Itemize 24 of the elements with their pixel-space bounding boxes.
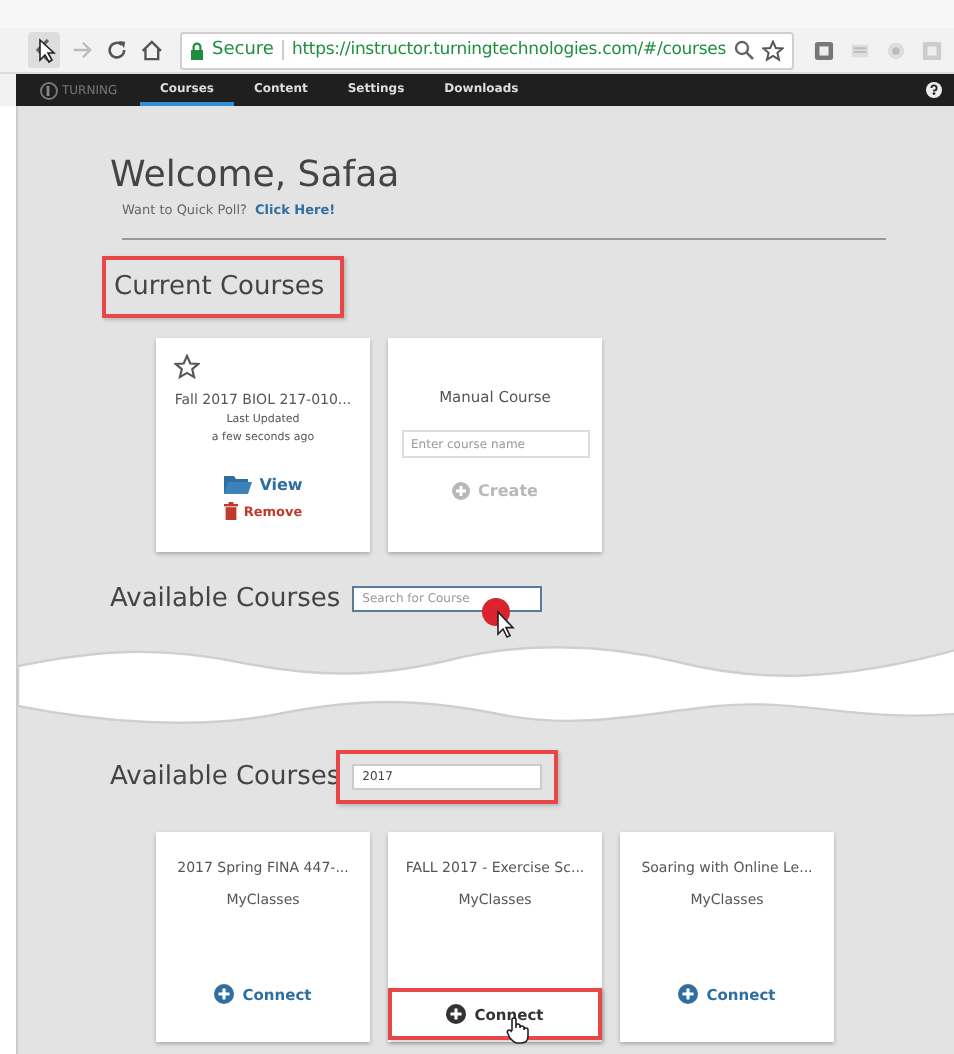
welcome-heading: Welcome, Safaa (110, 154, 400, 196)
back-button[interactable] (28, 32, 61, 68)
section-heading: Available Courses (110, 584, 341, 614)
extension-icon[interactable] (813, 39, 834, 61)
star-icon[interactable] (761, 39, 784, 61)
url-text: https://instructor.turningtechnologies.com/#/courses (291, 40, 726, 60)
trash-icon (223, 502, 238, 520)
plus-icon (214, 984, 235, 1004)
folder-icon (223, 474, 252, 494)
address-bar[interactable]: Secure https://instructor.turningtechnologies.com/#/courses (180, 31, 794, 69)
search-icon[interactable] (733, 40, 754, 60)
reload-icon[interactable] (106, 38, 129, 62)
secure-label: Secure (212, 40, 274, 60)
plus-icon (446, 1004, 467, 1024)
star-icon[interactable] (174, 354, 200, 380)
section-heading: Available Courses (110, 762, 341, 792)
cursor-icon (38, 38, 56, 64)
plus-icon (678, 984, 699, 1004)
lock-icon (190, 41, 205, 59)
home-icon[interactable] (140, 38, 165, 62)
help-icon[interactable] (926, 82, 942, 98)
view-link[interactable]: View (223, 474, 303, 494)
section-heading: Current Courses (102, 256, 345, 318)
plus-icon (452, 482, 471, 500)
